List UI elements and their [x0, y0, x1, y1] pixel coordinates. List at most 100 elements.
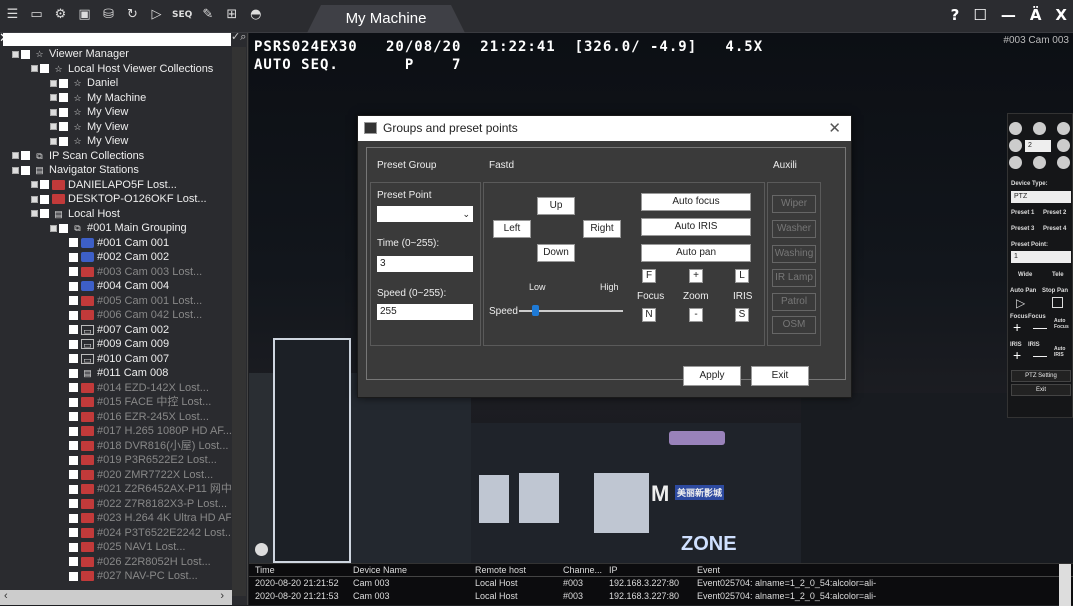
apply-button[interactable]: Apply — [683, 366, 741, 386]
checkbox[interactable] — [69, 296, 78, 306]
checkbox[interactable] — [69, 499, 78, 509]
time-input[interactable]: 3 — [377, 256, 473, 272]
tab-my-machine[interactable]: My Machine — [307, 5, 465, 33]
checkbox[interactable] — [69, 397, 78, 407]
checkbox[interactable] — [69, 412, 78, 422]
confirm-search-icon[interactable]: ✓⌕ — [231, 30, 246, 44]
checkbox[interactable] — [59, 136, 68, 146]
scroll-left-icon[interactable]: ‹ — [4, 590, 8, 602]
checkbox[interactable] — [40, 64, 49, 74]
expand-toggle[interactable] — [31, 210, 38, 218]
left-button[interactable]: Left — [493, 220, 531, 238]
scroll-right-icon[interactable]: › — [220, 590, 224, 602]
speed-slider-thumb[interactable] — [531, 305, 539, 316]
tree-item[interactable]: #016 EZR-245X Lost... — [2, 410, 231, 425]
checkbox[interactable] — [69, 238, 78, 248]
playback-icon[interactable]: ▣ — [76, 6, 93, 23]
tree-item[interactable]: DANIELAPO5F Lost... — [2, 178, 231, 193]
expand-toggle[interactable] — [31, 65, 38, 73]
minimize-button[interactable]: — — [1001, 6, 1016, 24]
down-button[interactable]: Down — [537, 244, 575, 262]
expand-toggle[interactable] — [50, 94, 57, 102]
checkbox[interactable] — [69, 426, 78, 436]
patrol-button[interactable]: Patrol — [772, 293, 816, 311]
restore-button[interactable]: ☐ — [973, 6, 986, 24]
iris-plus-icon[interactable]: + — [1013, 347, 1021, 363]
speed-input[interactable]: 255 — [377, 304, 473, 320]
tree-item[interactable]: ☆ Daniel — [2, 76, 231, 91]
preset-point-select[interactable]: 1 — [1011, 251, 1071, 263]
zoom-in-button[interactable]: + — [689, 269, 703, 283]
tree-item[interactable]: #019 P3R6522E2 Lost... — [2, 453, 231, 468]
table-row[interactable]: 2020-08-20 21:21:53 Cam 003 Local Host #… — [249, 590, 1073, 603]
checkbox[interactable] — [69, 557, 78, 567]
refresh-icon[interactable]: ↻ — [124, 6, 141, 23]
tree-item[interactable]: ⧉ IP Scan Collections — [2, 149, 231, 164]
tree-scrollbar[interactable] — [232, 47, 246, 596]
checkbox[interactable] — [40, 194, 49, 204]
checkbox[interactable] — [59, 223, 68, 233]
tree-horizontal-scrollbar[interactable]: ‹ › — [0, 590, 232, 605]
tree-item[interactable]: #022 Z7R8182X3-P Lost... — [2, 497, 231, 512]
log-col-device[interactable]: Device Name — [353, 564, 407, 577]
checkbox[interactable] — [69, 339, 78, 349]
help-button[interactable]: ? — [951, 6, 960, 24]
expand-toggle[interactable] — [50, 79, 57, 87]
checkbox[interactable] — [59, 78, 68, 88]
tree-item[interactable]: DESKTOP-O126OKF Lost... — [2, 192, 231, 207]
preset-2-button[interactable]: Preset 2 — [1043, 210, 1066, 216]
auto-iris-button[interactable]: Auto IRIS — [641, 218, 751, 236]
tree-item[interactable]: #020 ZMR7722X Lost... — [2, 468, 231, 483]
tree-item[interactable]: ▤ #011 Cam 008 — [2, 366, 231, 381]
tree-item[interactable]: #017 H.265 1080P HD AF... — [2, 424, 231, 439]
monitor-icon[interactable]: ▭ — [28, 6, 45, 23]
ptz-up-icon[interactable] — [1033, 122, 1046, 135]
checkbox[interactable] — [59, 107, 68, 117]
tree-item[interactable]: #005 Cam 001 Lost... — [2, 294, 231, 309]
wide-button[interactable]: Wide — [1018, 272, 1032, 278]
expand-toggle[interactable] — [31, 195, 38, 203]
snapshot-icon[interactable] — [255, 543, 268, 556]
ptz-up-right-icon[interactable] — [1057, 122, 1070, 135]
washing-button[interactable]: Washing — [772, 245, 816, 263]
osm-button[interactable]: OSM — [772, 316, 816, 334]
checkbox[interactable] — [69, 542, 78, 552]
tree-item[interactable]: #023 H.264 4K Ultra HD AF... — [2, 511, 231, 526]
tree-item[interactable]: #015 FACE 中控 Lost... — [2, 395, 231, 410]
tree-item[interactable]: #003 Cam 003 Lost... — [2, 265, 231, 280]
checkbox[interactable] — [69, 267, 78, 277]
ir-lamp-button[interactable]: IR Lamp — [772, 269, 816, 287]
tree-item[interactable]: ⧉ #001 Main Grouping — [2, 221, 231, 236]
preset-4-button[interactable]: Preset 4 — [1043, 226, 1066, 232]
tree-item[interactable]: ☆ My View — [2, 105, 231, 120]
close-button[interactable]: X — [1055, 6, 1067, 24]
tree-item[interactable]: ☆ Viewer Manager — [2, 47, 231, 62]
tree-item[interactable]: ▤ Local Host — [2, 207, 231, 222]
focus-minus-icon[interactable]: — — [1033, 319, 1047, 335]
ptz-down-right-icon[interactable] — [1057, 156, 1070, 169]
preset-1-button[interactable]: Preset 1 — [1011, 210, 1034, 216]
checkbox[interactable] — [69, 325, 78, 335]
iris-minus-icon[interactable]: — — [1033, 347, 1047, 363]
tree-item[interactable]: ☆ My View — [2, 134, 231, 149]
wiper-button[interactable]: Wiper — [772, 195, 816, 213]
checkbox[interactable] — [69, 252, 78, 262]
auto-iris-label[interactable]: Auto IRIS — [1054, 346, 1072, 358]
expand-toggle[interactable] — [12, 152, 19, 160]
checkbox[interactable] — [69, 441, 78, 451]
tree-item[interactable]: #026 Z2R8052H Lost... — [2, 555, 231, 570]
focus-far-button[interactable]: F — [642, 269, 656, 283]
preset-point-select[interactable]: ⌄ — [377, 206, 473, 222]
expand-toggle[interactable] — [12, 50, 19, 58]
iris-large-button[interactable]: L — [735, 269, 749, 283]
checkbox[interactable] — [69, 455, 78, 465]
tree-item[interactable]: ▭ #010 Cam 007 — [2, 352, 231, 367]
dialog-close-icon[interactable]: ✕ — [828, 116, 841, 141]
exit-button[interactable]: Exit — [751, 366, 809, 386]
layout-icon[interactable]: ⊞ — [223, 6, 240, 23]
network-icon[interactable]: ⛁ — [100, 6, 117, 23]
auto-focus-label[interactable]: Auto Focus — [1054, 318, 1072, 330]
ptz-down-left-icon[interactable] — [1009, 156, 1022, 169]
iris-small-button[interactable]: S — [735, 308, 749, 322]
tree-item[interactable]: #002 Cam 002 — [2, 250, 231, 265]
